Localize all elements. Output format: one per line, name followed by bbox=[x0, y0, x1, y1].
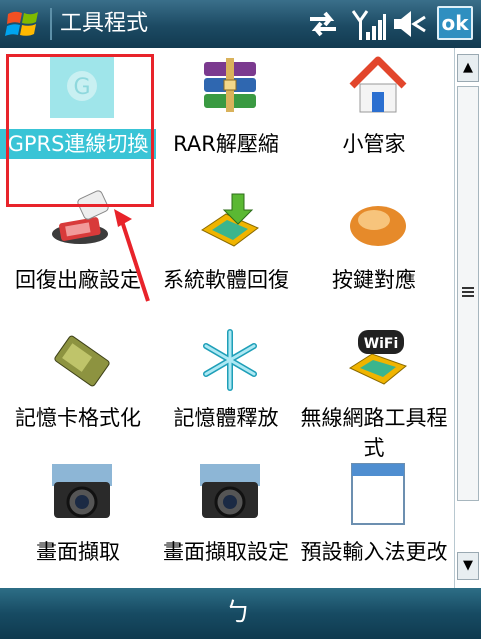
app-label: 記憶體釋放 bbox=[173, 406, 279, 430]
wifi-device-icon: WiFi bbox=[346, 328, 410, 392]
camera-settings-icon bbox=[198, 462, 262, 526]
app-label: 記憶卡格式化 bbox=[15, 406, 141, 430]
input-panel-button[interactable]: ㄅ bbox=[225, 596, 251, 630]
snowflake-icon bbox=[198, 328, 262, 392]
scroll-down-button[interactable]: ▼ bbox=[457, 552, 479, 580]
camera-icon bbox=[50, 462, 114, 526]
title-bar: 工具程式 ok bbox=[0, 0, 481, 48]
memory-card-icon bbox=[50, 328, 114, 392]
speaker-mute-icon[interactable] bbox=[392, 8, 426, 40]
app-label: 系統軟體回復 bbox=[163, 268, 289, 292]
grip-icon bbox=[462, 287, 474, 297]
device-restore-icon bbox=[198, 190, 262, 254]
highlight-box bbox=[6, 54, 154, 207]
sync-arrows-icon[interactable] bbox=[306, 8, 340, 40]
signal-strength-icon[interactable] bbox=[352, 8, 386, 42]
annotation-arrow-icon bbox=[114, 209, 150, 302]
bottom-bar: ㄅ bbox=[0, 588, 481, 639]
house-icon bbox=[346, 54, 410, 118]
app-label: 按鍵對應 bbox=[332, 268, 416, 292]
svg-text:WiFi: WiFi bbox=[364, 336, 399, 352]
app-label: 小管家 bbox=[342, 132, 406, 156]
app-label: 預設輸入法更改 bbox=[300, 540, 448, 564]
window-app-icon bbox=[346, 462, 410, 526]
app-label: 無線網路工具程式 bbox=[300, 406, 448, 460]
rar-archive-icon bbox=[198, 54, 262, 118]
title-separator bbox=[50, 8, 52, 40]
app-label: RAR解壓縮 bbox=[173, 132, 279, 156]
bread-icon bbox=[346, 190, 410, 254]
scroll-up-button[interactable]: ▲ bbox=[457, 54, 479, 82]
app-label: 畫面擷取設定 bbox=[163, 540, 289, 564]
app-label: 畫面擷取 bbox=[36, 540, 120, 564]
window-title: 工具程式 bbox=[60, 11, 149, 36]
windows-start-icon[interactable] bbox=[4, 6, 44, 42]
scroll-thumb[interactable] bbox=[457, 86, 479, 501]
vertical-scrollbar[interactable]: ▲ ▼ bbox=[454, 48, 481, 588]
ok-button[interactable]: ok bbox=[437, 6, 473, 40]
